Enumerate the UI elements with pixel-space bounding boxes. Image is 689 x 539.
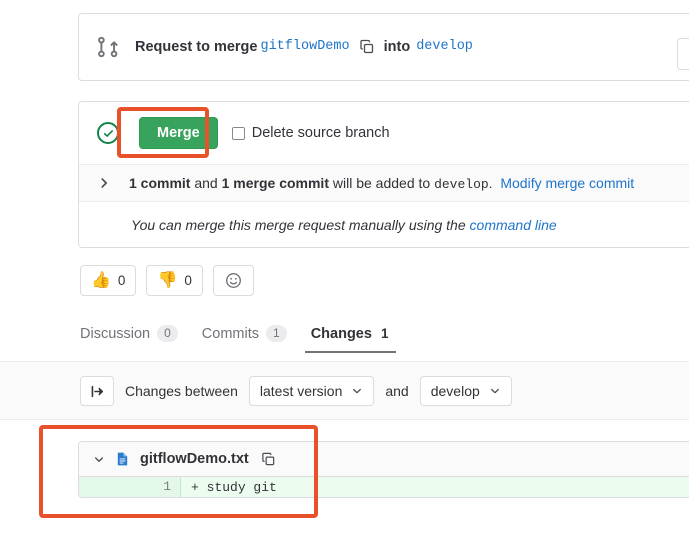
file-diff-card: gitflowDemo.txt 1 + study git — [78, 441, 689, 498]
target-dropdown[interactable]: develop — [419, 376, 512, 406]
smiley-add-reaction-icon — [225, 272, 242, 289]
commit-count: 1 commit — [129, 174, 191, 191]
sidebar-toggle-icon[interactable] — [80, 376, 114, 406]
target-dropdown-value: develop — [430, 383, 480, 399]
title-prefix: Request to merge — [135, 39, 258, 55]
checkbox-box[interactable] — [231, 126, 245, 140]
tab-commits-label: Commits — [201, 325, 259, 342]
tab-changes[interactable]: Changes 1 — [304, 325, 397, 353]
diff-line-added[interactable]: 1 + study git — [79, 477, 689, 497]
commit-summary-row: 1 commit and 1 merge commit will be adde… — [79, 164, 689, 202]
manual-merge-row: You can merge this merge request manuall… — [79, 202, 689, 247]
compare-and-word: and — [385, 383, 409, 399]
diff-line-content: + study git — [181, 480, 277, 495]
award-thumbsup-button[interactable]: 👍 0 — [80, 265, 137, 296]
diff-content-text: study git — [206, 479, 277, 495]
merge-commit-count: 1 merge commit — [221, 174, 329, 191]
merge-request-title: Request to merge gitflowDemo into develo… — [135, 37, 476, 57]
commit-summary-text: 1 commit and 1 merge commit will be adde… — [129, 175, 634, 192]
chevron-down-icon — [489, 385, 501, 397]
thumbsdown-icon: 👎 — [157, 271, 178, 289]
merge-request-icon — [97, 36, 119, 58]
delete-source-branch-label: Delete source branch — [251, 125, 390, 141]
diff-gutter-old — [79, 477, 129, 497]
document-icon — [115, 451, 130, 468]
delete-source-branch-checkbox[interactable]: Delete source branch — [231, 125, 390, 141]
version-dropdown-value: latest version — [259, 383, 343, 399]
commit-target-branch: develop — [434, 176, 489, 192]
merge-request-tabs: Discussion 0 Commits 1 Changes 1 — [80, 325, 397, 353]
file-diff-header: gitflowDemo.txt — [79, 442, 689, 477]
compare-toolbar: Changes between latest version and devel… — [80, 376, 512, 406]
add-reaction-button[interactable] — [212, 265, 254, 296]
thumbsdown-count: 0 — [184, 273, 192, 288]
header-action-button[interactable] — [677, 38, 689, 70]
diff-line-number: 1 — [129, 477, 181, 497]
version-dropdown[interactable]: latest version — [248, 376, 375, 406]
award-thumbsdown-button[interactable]: 👎 0 — [146, 265, 203, 296]
thumbsup-icon: 👍 — [91, 271, 111, 289]
target-branch-link[interactable]: develop — [416, 37, 473, 57]
modify-merge-commit-link[interactable]: Modify merge commit — [500, 175, 634, 191]
copy-icon[interactable] — [359, 39, 375, 55]
chevron-down-icon — [351, 385, 363, 397]
source-branch-link[interactable]: gitflowDemo — [260, 37, 349, 57]
into-word: into — [383, 39, 411, 55]
check-circle-icon — [97, 122, 119, 144]
chevron-down-icon[interactable] — [93, 453, 105, 465]
tab-discussion-count: 0 — [157, 325, 178, 342]
command-line-link[interactable]: command line — [470, 217, 557, 233]
file-name[interactable]: gitflowDemo.txt — [140, 451, 249, 467]
merge-widget-card: Merge Delete source branch 1 commit and … — [78, 101, 689, 248]
and-word: and — [194, 174, 218, 191]
chevron-right-icon[interactable] — [97, 176, 113, 190]
award-emoji-bar: 👍 0 👎 0 — [80, 265, 254, 296]
copy-icon[interactable] — [261, 452, 276, 467]
tab-changes-count: 1 — [380, 326, 389, 341]
tab-discussion[interactable]: Discussion 0 — [80, 325, 178, 353]
tab-commits[interactable]: Commits 1 — [202, 325, 287, 353]
diff-marker: + — [191, 479, 199, 495]
tab-discussion-label: Discussion — [80, 325, 151, 342]
manual-merge-text: You can merge this merge request manuall… — [131, 216, 466, 233]
merge-request-header-card: Request to merge gitflowDemo into develo… — [78, 13, 689, 81]
commit-suffix: will be added to — [332, 174, 431, 191]
tab-changes-label: Changes — [310, 325, 372, 342]
merge-request-page: Request to merge gitflowDemo into develo… — [0, 0, 689, 539]
thumbsup-count: 0 — [117, 273, 126, 288]
tab-commits-count: 1 — [266, 325, 287, 342]
merge-button[interactable]: Merge — [139, 117, 218, 149]
merge-action-row: Merge Delete source branch — [79, 102, 689, 164]
compare-label: Changes between — [125, 383, 238, 399]
